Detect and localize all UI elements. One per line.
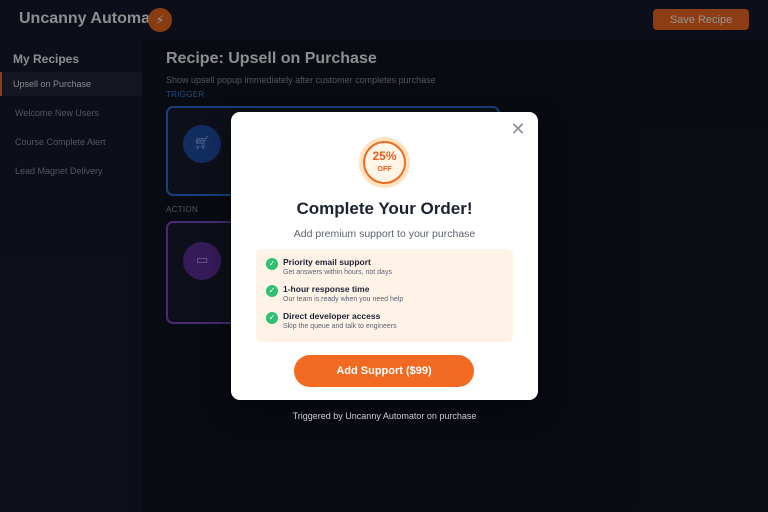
benefit-description: Our team is ready when you need help xyxy=(283,296,404,303)
close-icon[interactable]: ✕ xyxy=(508,120,528,140)
add-support-button[interactable]: Add Support ($99) xyxy=(294,355,474,387)
benefit-item: ✓ Direct developer access Skip the queue… xyxy=(266,311,513,338)
benefit-item: ✓ Priority email support Get answers wit… xyxy=(266,257,513,284)
benefit-title: Priority email support xyxy=(283,257,371,267)
benefits-list: ✓ Priority email support Get answers wit… xyxy=(256,249,513,342)
benefit-title: 1-hour response time xyxy=(283,284,370,294)
upsell-modal: ✕ 25% OFF Complete Your Order! Add premi… xyxy=(231,112,538,400)
discount-percent: 25% xyxy=(372,149,397,163)
benefit-item: ✓ 1-hour response time Our team is ready… xyxy=(266,284,513,311)
check-icon: ✓ xyxy=(266,285,278,297)
check-icon: ✓ xyxy=(266,258,278,270)
discount-off-label: OFF xyxy=(377,166,392,173)
trigger-footnote: Triggered by Uncanny Automator on purcha… xyxy=(292,411,477,421)
check-icon: ✓ xyxy=(266,312,278,324)
discount-badge: 25% OFF xyxy=(359,137,410,188)
discount-badge-inner: 25% OFF xyxy=(363,141,406,184)
benefit-description: Get answers within hours, not days xyxy=(283,269,392,276)
modal-title: Complete Your Order! xyxy=(296,199,473,218)
benefit-title: Direct developer access xyxy=(283,311,381,321)
modal-subtitle: Add premium support to your purchase xyxy=(293,228,476,240)
benefit-description: Skip the queue and talk to engineers xyxy=(283,323,397,330)
